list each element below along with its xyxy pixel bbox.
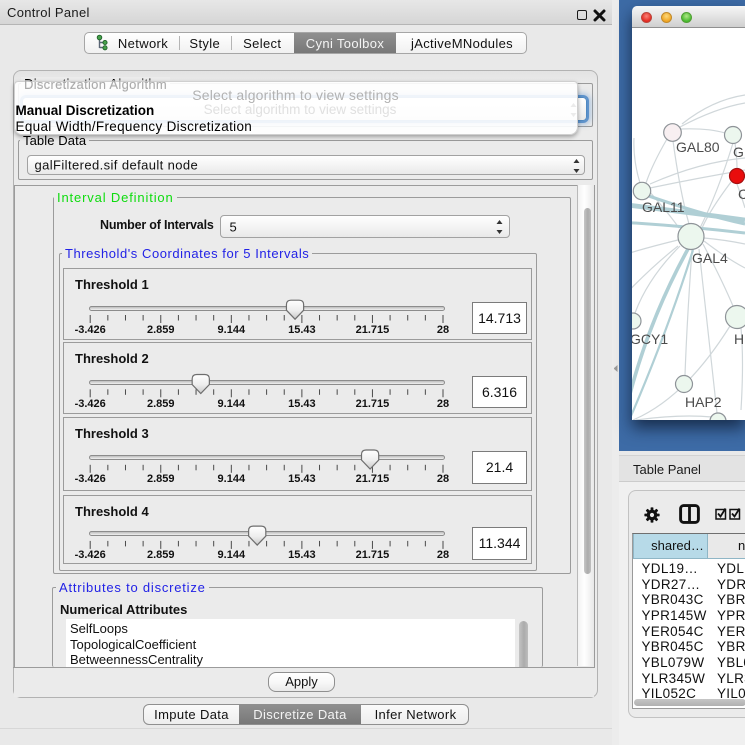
svg-text:GAL11: GAL11 bbox=[642, 199, 685, 215]
svg-text:G.: G. bbox=[733, 144, 745, 160]
svg-text:HAP2: HAP2 bbox=[685, 394, 722, 410]
svg-text:C: C bbox=[738, 186, 745, 202]
svg-text:GCY1: GCY1 bbox=[632, 331, 668, 347]
svg-text:H: H bbox=[734, 331, 744, 347]
svg-text:GAL80: GAL80 bbox=[676, 139, 720, 155]
svg-text:GAL4: GAL4 bbox=[692, 250, 728, 266]
